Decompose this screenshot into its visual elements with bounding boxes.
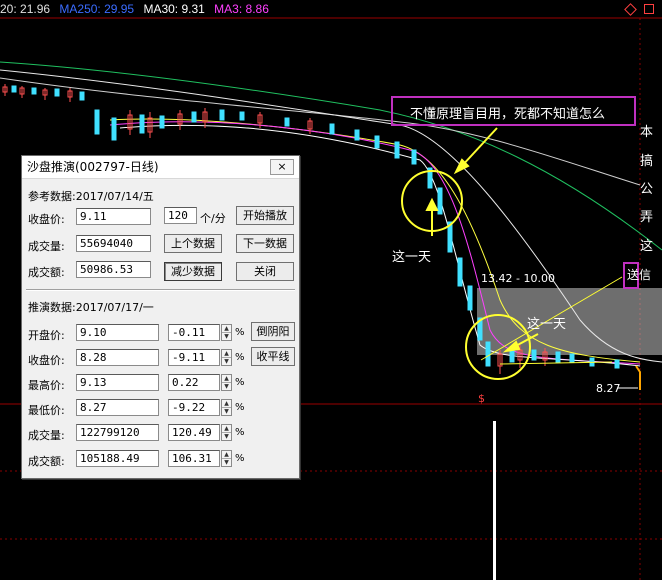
price-label: 8.27 [596, 382, 621, 395]
amount-label: 成交额: [28, 455, 65, 468]
side-box-text: 送信 [627, 268, 652, 282]
ref-header: 参考数据:2017/07/14/五 [28, 190, 154, 203]
deduce-header: 推演数据:2017/07/17/一 [28, 301, 154, 314]
side-char-4: 弄 [640, 210, 654, 225]
open-stepper[interactable]: ▲ ▼ [221, 324, 232, 341]
high-pct: % [235, 377, 245, 388]
side-char-1: 本 [640, 125, 654, 140]
indicator-header: 20: 21.96 MA250: 29.95 MA30: 9.31 MA3: 8… [0, 0, 662, 18]
price-tail [635, 365, 641, 390]
side-char-2: 搞 [640, 154, 654, 169]
dialog-title-bar[interactable]: 沙盘推演(002797-日线) × [22, 156, 299, 179]
close-button[interactable]: 关闭 [236, 262, 294, 281]
high-label: 最高价: [28, 379, 65, 392]
play-button[interactable]: 开始播放 [236, 206, 294, 225]
ma250-readout: MA250: 29.95 [59, 2, 135, 16]
volume-label: 成交量: [28, 429, 65, 442]
dialog-title: 沙盘推演(002797-日线) [27, 160, 159, 174]
close-field[interactable]: 8.28 [76, 349, 159, 366]
high-change-field[interactable]: 0.22 [168, 374, 220, 391]
next-button[interactable]: 下一数据 [236, 234, 294, 253]
speed-unit: 个/分 [200, 212, 226, 225]
volume-stepper[interactable]: ▲ ▼ [221, 424, 232, 441]
open-change-field[interactable]: -0.11 [168, 324, 220, 341]
close-icon[interactable]: × [270, 159, 294, 175]
day-label-2: 这一天 [527, 317, 567, 332]
ref-close-field[interactable]: 9.11 [76, 208, 151, 225]
volume-marker: $ [478, 392, 485, 405]
amount-pct: % [235, 453, 245, 464]
range-label: 13.42 - 10.00 [481, 272, 555, 285]
amount-change-field[interactable]: 106.31 [168, 450, 220, 467]
ma3-readout: MA3: 8.86 [214, 2, 269, 16]
low-pct: % [235, 402, 245, 413]
ref-volume-field[interactable]: 55694040 [76, 235, 151, 252]
speed-field[interactable]: 120 [164, 207, 197, 224]
side-char-3: 公 [640, 182, 654, 197]
flat-close-button[interactable]: 收平线 [251, 347, 295, 366]
close-label: 收盘价: [28, 354, 65, 367]
open-label: 开盘价: [28, 329, 65, 342]
high-stepper[interactable]: ▲ ▼ [221, 374, 232, 391]
low-stepper[interactable]: ▲ ▼ [221, 399, 232, 416]
volume-change-field[interactable]: 120.49 [168, 424, 220, 441]
reduce-button[interactable]: 减少数据 [164, 262, 222, 281]
square-icon[interactable] [644, 4, 654, 14]
amount-field[interactable]: 105188.49 [76, 450, 159, 467]
ma30-readout: MA30: 9.31 [143, 2, 205, 16]
low-field[interactable]: 8.27 [76, 399, 159, 416]
ref-close-label: 收盘价: [28, 213, 65, 226]
low-label: 最低价: [28, 404, 65, 417]
prev-button[interactable]: 上个数据 [164, 234, 222, 253]
day-label-1: 这一天 [392, 250, 432, 265]
side-char-5: 这 [640, 239, 654, 254]
close-stepper[interactable]: ▲ ▼ [221, 349, 232, 366]
ref-amount-field[interactable]: 50986.53 [76, 261, 151, 278]
ref-amount-label: 成交额: [28, 266, 65, 279]
low-change-field[interactable]: -9.22 [168, 399, 220, 416]
date-readout: 20: 21.96 [0, 2, 51, 16]
invert-candle-button[interactable]: 倒阴阳 [251, 322, 295, 341]
amount-stepper[interactable]: ▲ ▼ [221, 450, 232, 467]
banner-text: 不懂原理盲目用，死都不知道怎么 [410, 107, 606, 122]
volume-pct: % [235, 427, 245, 438]
open-pct: % [235, 327, 245, 338]
ref-volume-label: 成交量: [28, 240, 65, 253]
open-field[interactable]: 9.10 [76, 324, 159, 341]
dialog-separator [26, 289, 295, 291]
close-pct: % [235, 352, 245, 363]
high-field[interactable]: 9.13 [76, 374, 159, 391]
volume-bar [493, 421, 496, 580]
price-range-band [477, 288, 662, 355]
volume-field[interactable]: 122799120 [76, 424, 159, 441]
close-change-field[interactable]: -9.11 [168, 349, 220, 366]
sandbox-dialog[interactable]: 沙盘推演(002797-日线) × 参考数据:2017/07/14/五 收盘价:… [21, 155, 300, 479]
